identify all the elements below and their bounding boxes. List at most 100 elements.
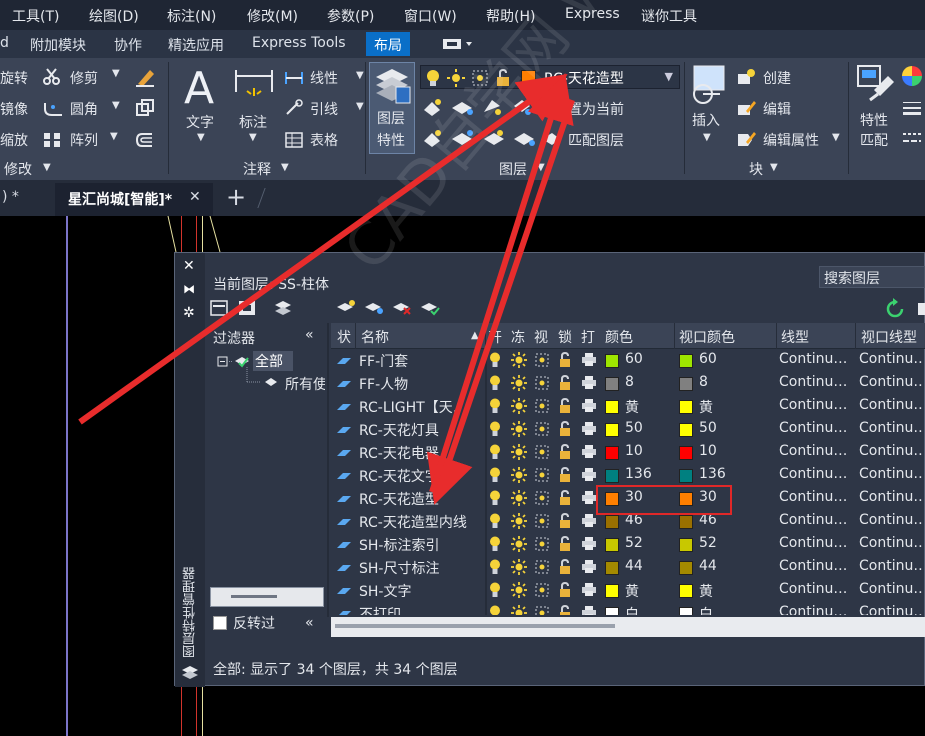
layers-panel-dropdown-icon[interactable]: ▼ [537,162,545,173]
splitter[interactable] [327,323,329,617]
new-property-filter-icon[interactable] [210,300,228,316]
layer-color-swatch[interactable] [605,423,619,437]
layer-row[interactable]: SH-尺寸标注 44 44 Continu… Continu… [331,556,925,579]
layer-vp-color[interactable]: 30 [699,489,717,505]
collapse-filters-button[interactable]: « [305,327,314,343]
layer-plot-printer-icon[interactable] [581,582,597,597]
column-status[interactable]: 状 [337,327,351,347]
layer-name[interactable]: RC-LIGHT【天… [359,397,483,417]
layer-name[interactable]: RC-天花造型 [359,489,483,509]
layer-vp-color-swatch[interactable] [679,538,693,552]
layer-color[interactable]: 60 [625,351,643,367]
gear-icon[interactable]: ✲ [183,305,195,321]
layer-vp-freeze-icon[interactable] [535,468,549,482]
layer-on-bulb-icon[interactable] [489,490,501,506]
layer-row[interactable]: RC-LIGHT【天… 黄 黄 Continu… Continu… [331,395,925,418]
layer-linetype[interactable]: Continu… [779,466,853,482]
layer-thaw-sun-icon[interactable] [511,559,527,575]
layer-vp-color[interactable]: 10 [699,443,717,459]
tab-collaborate[interactable]: 协作 [114,35,142,55]
layer-plot-printer-icon[interactable] [581,490,597,505]
layer-row[interactable]: RC-天花造型 30 30 Continu… Continu… [331,487,925,510]
layer-vp-color[interactable]: 52 [699,535,717,551]
layer-vp-linetype[interactable]: Continu… [859,374,923,390]
layer-color[interactable]: 黄 [625,581,639,601]
chevron-down-icon[interactable]: ▼ [665,70,673,83]
layer-vp-linetype[interactable]: Continu… [859,581,923,597]
layer-vp-linetype[interactable]: Continu… [859,351,923,367]
layer-unlock-icon[interactable] [495,69,511,87]
layer-thaw-sun-icon[interactable] [447,69,465,87]
layer-row[interactable]: RC-天花电器 10 10 Continu… Continu… [331,441,925,464]
column-vp-freeze[interactable]: 视 [534,327,548,347]
layer-plot-printer-icon[interactable] [581,513,597,528]
layer-vp-color[interactable]: 60 [699,351,717,367]
layer-color-swatch[interactable] [605,561,619,575]
filter-all[interactable]: 全部 [255,351,283,371]
layer-vp-color[interactable]: 黄 [699,397,713,417]
tab-featured-apps[interactable]: 精选应用 [168,35,224,55]
column-lock[interactable]: 锁 [558,327,572,347]
menu-modify[interactable]: 修改(M) [247,6,298,26]
layer-name[interactable]: FF-人物 [359,374,483,394]
column-freeze[interactable]: 冻 [511,327,525,347]
menu-express[interactable]: Express [565,6,620,22]
column-on[interactable]: 开 [488,327,502,347]
layer-on-bulb-icon[interactable] [489,421,501,437]
layer-vp-color[interactable]: 黄 [699,581,713,601]
layer-vp-linetype[interactable]: Continu… [859,420,923,436]
layer-linetype[interactable]: Continu… [779,374,853,390]
layer-linetype[interactable]: Continu… [779,604,853,615]
layer-vp-color[interactable]: 136 [699,466,726,482]
layer-linetype[interactable]: Continu… [779,443,853,459]
layer-on-bulb-icon[interactable] [489,559,501,575]
layer-thaw-sun-icon[interactable] [511,536,527,552]
tab-layout[interactable]: 布局 [366,32,410,56]
layer-on-bulb-icon[interactable] [489,398,501,414]
layer-vp-linetype[interactable]: Continu… [859,512,923,528]
edit-attributes-button[interactable]: 编辑属性 [763,130,819,150]
menu-tools[interactable]: 工具(T) [12,6,59,26]
layer-unlock-icon[interactable] [558,513,572,529]
layer-vp-color-swatch[interactable] [679,561,693,575]
layer-thaw-sun-icon[interactable] [511,398,527,414]
checkbox[interactable] [213,616,227,630]
linetype-icon[interactable] [902,130,922,146]
layer-linetype[interactable]: Continu… [779,397,853,413]
layer-vp-color-swatch[interactable] [679,469,693,483]
layer-vp-linetype[interactable]: Continu… [859,466,923,482]
layer-row[interactable]: 不打印 白 白 Continu… Continu… [331,602,925,615]
layer-color[interactable]: 30 [625,489,643,505]
trim-button[interactable]: 修剪 [70,68,98,88]
layer-vp-color-swatch[interactable] [679,492,693,506]
layer-unlock-icon[interactable] [558,536,572,552]
layer-linetype[interactable]: Continu… [779,420,853,436]
invert-filter-checkbox[interactable]: 反转过 [213,613,275,633]
layer-vp-linetype[interactable]: Continu… [859,535,923,551]
layer-color-swatch[interactable] [605,538,619,552]
layer-row[interactable]: RC-天花文字 136 136 Continu… Continu… [331,464,925,487]
annotation-panel-label[interactable]: 注释 [243,159,271,179]
refresh-icon[interactable] [886,298,904,318]
tab-express-tools[interactable]: Express Tools [252,35,346,51]
layer-vp-freeze-icon[interactable] [535,491,549,505]
edit-attributes-dropdown-icon[interactable]: ▼ [832,132,840,143]
linear-button[interactable]: 线性 [310,68,338,88]
layer-linetype[interactable]: Continu… [779,581,853,597]
layer-unlock-icon[interactable] [558,375,572,391]
tab-partial[interactable]: d [0,35,9,51]
layer-color-swatch[interactable] [605,515,619,529]
leader-dropdown-icon[interactable]: ▼ [356,101,364,112]
column-color[interactable]: 颜色 [605,327,633,347]
layer-plot-printer-icon[interactable] [581,398,597,413]
layer-name[interactable]: SH-尺寸标注 [359,558,483,578]
layer-color[interactable]: 50 [625,420,643,436]
linear-dropdown-icon[interactable]: ▼ [356,70,364,81]
new-vp-frozen-layer-icon[interactable] [365,303,383,314]
layer-on-bulb-icon[interactable] [489,605,501,615]
layer-tool-row-1[interactable] [422,96,562,118]
match-properties-label-2[interactable]: 匹配 [860,130,888,150]
layer-viewport-icon[interactable] [471,69,489,87]
new-tab-icon[interactable]: + [226,183,246,211]
layer-color-swatch[interactable] [605,400,619,414]
